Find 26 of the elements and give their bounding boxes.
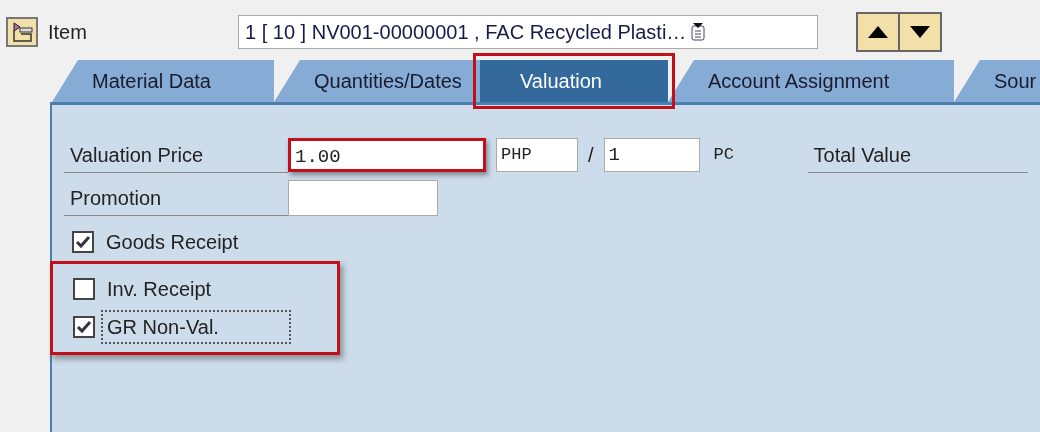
checkbox-label: Inv. Receipt: [106, 277, 213, 302]
next-item-button[interactable]: [900, 14, 940, 50]
tab[interactable]: Material Data: [52, 60, 274, 102]
quantity-field[interactable]: 1: [603, 138, 700, 172]
checkbox[interactable]: [73, 316, 95, 338]
item-toggle-icon[interactable]: [6, 17, 38, 47]
separator-text: /: [588, 143, 594, 168]
checkbox-label: GR Non-Val.: [101, 310, 291, 344]
up-triangle-icon: [868, 26, 888, 38]
currency-field[interactable]: PHP: [496, 138, 578, 172]
field-label: Total Value: [807, 137, 1028, 173]
item-select-field[interactable]: 1 [ 10 ] NV001-00000001 , FAC Recycled Plasti…: [238, 15, 818, 49]
tab[interactable]: Sour: [954, 60, 1040, 102]
tab[interactable]: Valuation: [480, 60, 668, 102]
checkbox-label: Goods Receipt: [105, 230, 240, 255]
checkbox[interactable]: [72, 231, 94, 253]
down-triangle-icon: [910, 26, 930, 38]
item-label: Item: [48, 20, 88, 45]
tab[interactable]: Account Assignment: [668, 60, 954, 102]
tab[interactable]: Quantities/Dates: [274, 60, 480, 102]
promotion-field[interactable]: [288, 180, 438, 216]
previous-item-button[interactable]: [858, 14, 898, 50]
list-icon: [690, 23, 707, 41]
price-field[interactable]: 1.00: [288, 138, 486, 172]
checkbox[interactable]: [73, 278, 95, 300]
unit-text: PC: [713, 144, 735, 167]
